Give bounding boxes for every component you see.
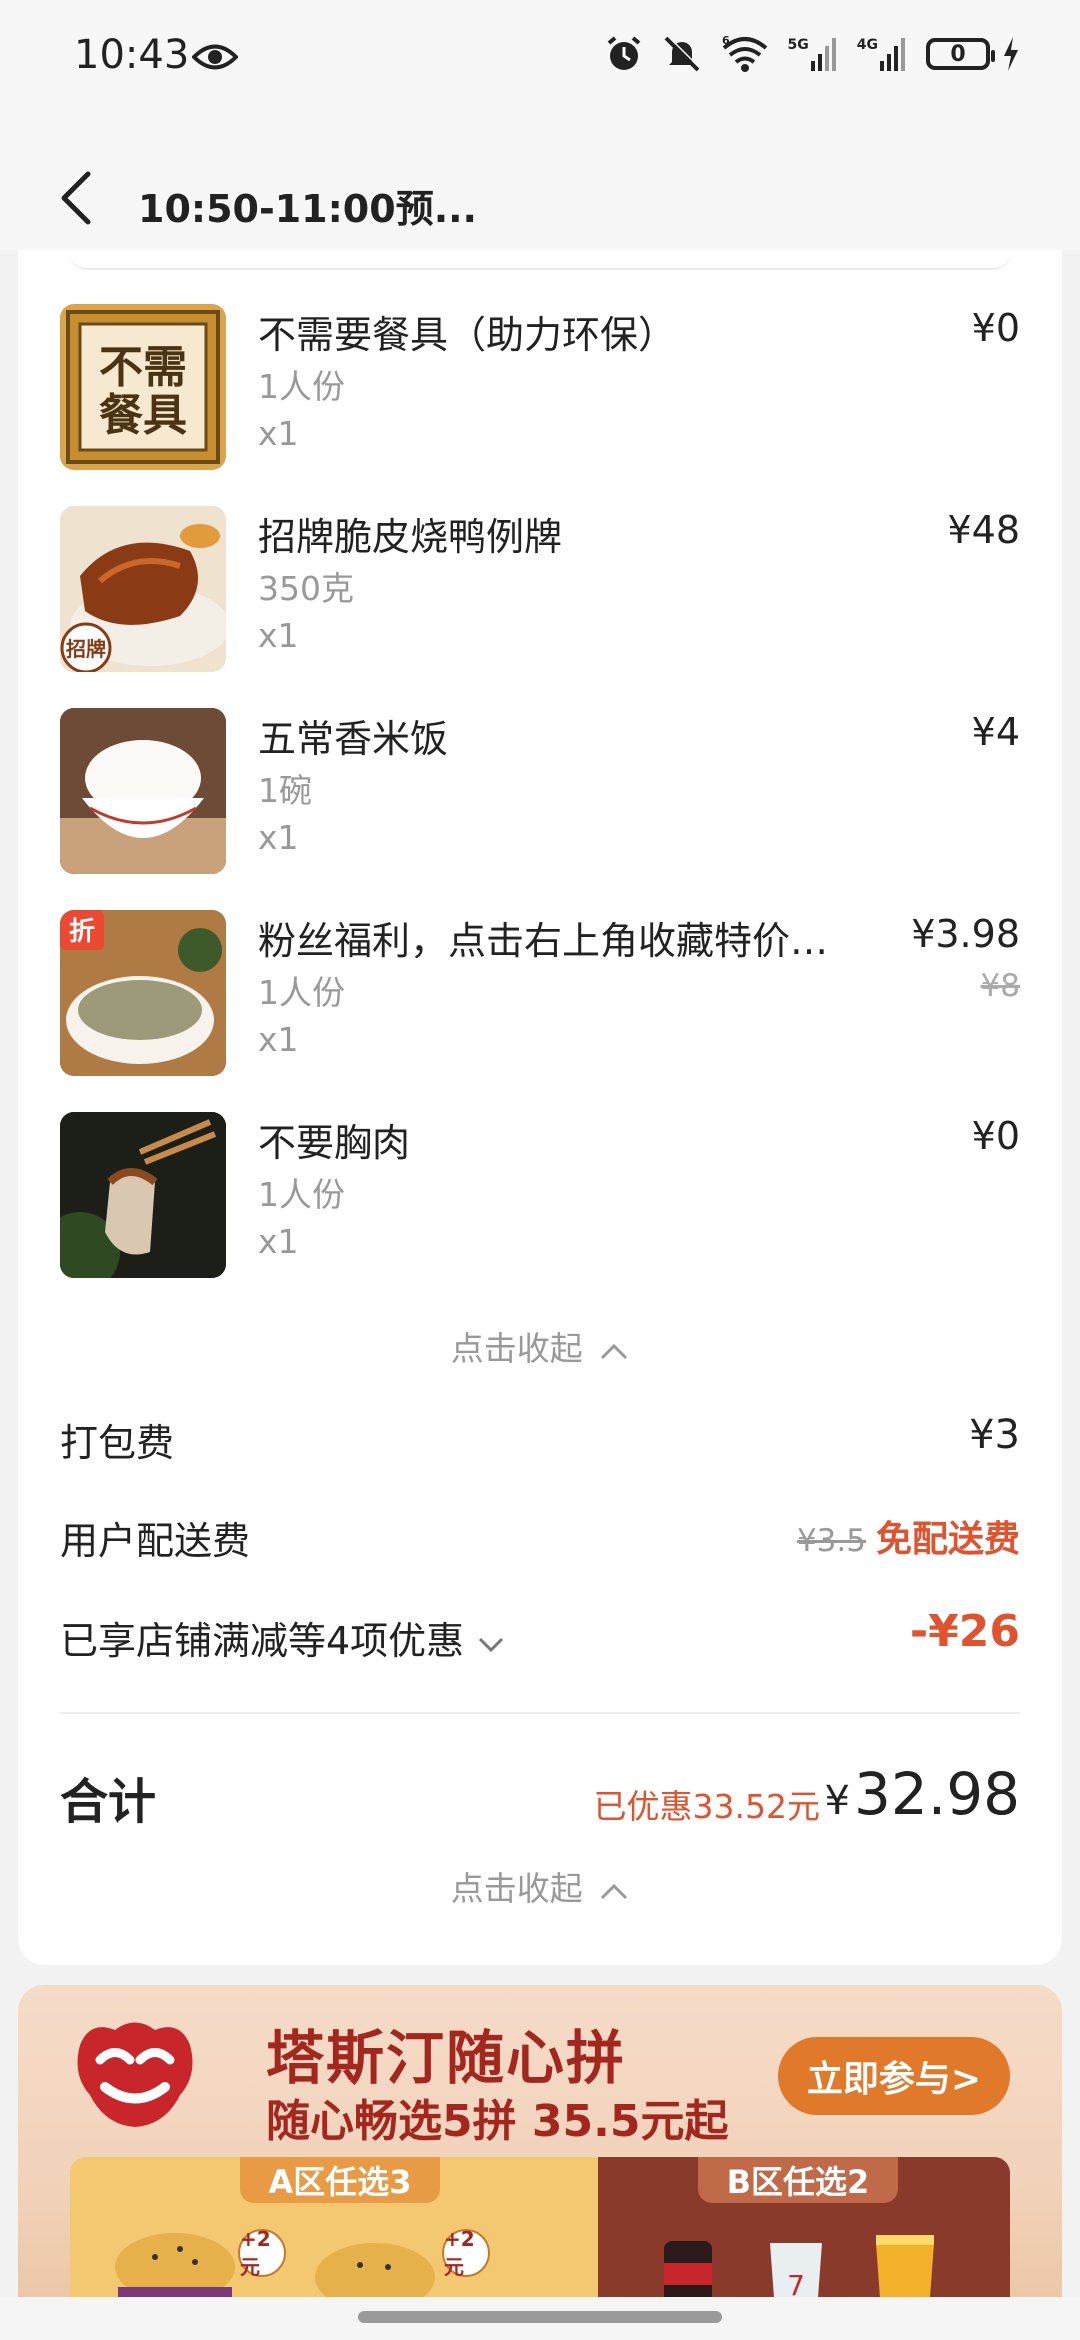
item-name: 粉丝福利，点击右上角收藏特价购...: [258, 919, 858, 963]
discount-label: 已享店铺满减等4项优惠: [60, 1610, 506, 1665]
home-indicator[interactable]: [358, 2311, 722, 2323]
back-arrow-icon[interactable]: [54, 170, 102, 226]
item-qty: x1: [258, 1020, 299, 1059]
chevron-down-icon: [479, 1637, 504, 1652]
order-item[interactable]: 招牌 招牌脆皮烧鸭例牌 350克 x1 ¥48: [60, 506, 1020, 676]
item-image-utensils: 不需 餐具: [60, 304, 226, 470]
burger-image: [115, 2233, 235, 2297]
banner-subtitle: 随心畅选5拼 35.5元起: [266, 2096, 729, 2147]
brand-logo: [70, 2015, 200, 2135]
total-saved-amount: 已优惠33.52元: [593, 1787, 820, 1826]
item-image-duck-meat: [60, 1112, 226, 1278]
zone-a-label: A区任选3: [240, 2157, 440, 2203]
nav-header: 10:50-11:00预...: [0, 120, 1080, 250]
cola-can-image: [664, 2241, 712, 2297]
item-spec: 1人份: [258, 1175, 345, 1214]
item-qty: x1: [258, 414, 299, 453]
utensils-line2: 餐具: [99, 390, 187, 441]
item-price: ¥4: [971, 710, 1020, 754]
item-qty: x1: [258, 818, 299, 857]
utensils-line1: 不需: [99, 342, 187, 393]
order-item[interactable]: 不需 餐具 不需要餐具（助力环保） 1人份 x1 ¥0: [60, 304, 1020, 474]
collapse-items-button[interactable]: 点击收起: [18, 1322, 1062, 1370]
packing-fee-label: 打包费: [60, 1421, 175, 1465]
free-delivery-label: 免配送费: [875, 1519, 1020, 1560]
zone-a-panel[interactable]: A区任选3 +2元 +2元: [70, 2157, 598, 2297]
battery-icon: 0: [926, 38, 995, 70]
collapse-summary-button[interactable]: 点击收起: [18, 1862, 1062, 1910]
system-nav-bar: [0, 2297, 1080, 2340]
item-image-mung-bean-soup: 折: [60, 910, 226, 1076]
card-top-edge: [68, 250, 1012, 270]
total-label: 合计: [60, 1774, 157, 1830]
order-item[interactable]: 五常香米饭 1碗 x1 ¥4: [60, 708, 1020, 878]
delivery-fee-original: ¥3.5: [796, 1523, 866, 1559]
item-name: 不要胸肉: [258, 1121, 411, 1165]
item-price: ¥48: [947, 508, 1020, 552]
item-price: ¥0: [971, 306, 1020, 350]
page-title: 10:50-11:00预...: [138, 187, 477, 231]
item-qty: x1: [258, 1222, 299, 1261]
plus-price-badge: +2元: [442, 2227, 490, 2279]
item-name: 五常香米饭: [258, 717, 449, 761]
item-price: ¥0: [971, 1114, 1020, 1158]
alarm-icon: [604, 34, 644, 74]
discount-badge: 折: [69, 917, 95, 947]
net-4g-label: 4G: [856, 37, 878, 53]
discount-value: -¥26: [909, 1606, 1020, 1657]
item-original-price: ¥8: [980, 968, 1020, 1004]
total-amount: ¥32.98: [824, 1760, 1021, 1828]
delivery-fee-row: 用户配送费 ¥3.5 免配送费: [60, 1510, 1020, 1570]
join-now-button[interactable]: 立即参与>: [778, 2037, 1010, 2115]
item-spec: 1碗: [258, 771, 312, 810]
signal-4g-icon: 4G: [857, 37, 908, 71]
discount-row[interactable]: 已享店铺满减等4项优惠 -¥26: [60, 1606, 1020, 1670]
chevron-up-icon: [601, 1343, 628, 1359]
delivery-fee-label: 用户配送费: [60, 1519, 251, 1563]
item-spec: 1人份: [258, 973, 345, 1012]
collapse-label: 点击收起: [450, 1329, 583, 1368]
order-item[interactable]: 折 粉丝福利，点击右上角收藏特价购... 1人份 x1 ¥3.98 ¥8: [60, 910, 1020, 1080]
charging-icon: [1002, 37, 1020, 71]
duck-badge: 招牌: [66, 637, 106, 661]
eye-icon: [191, 42, 239, 76]
juice-cup-image: [876, 2235, 934, 2297]
item-name: 招牌脆皮烧鸭例牌: [258, 515, 563, 559]
zone-b-panel[interactable]: B区任选2 7: [598, 2157, 1010, 2297]
drink-cup-image: 7: [770, 2243, 822, 2297]
order-item[interactable]: 不要胸肉 1人份 x1 ¥0: [60, 1112, 1020, 1282]
item-spec: 1人份: [258, 367, 345, 406]
collapse-label: 点击收起: [450, 1869, 583, 1908]
promo-banner[interactable]: 塔斯汀随心拼 随心畅选5拼 35.5元起 立即参与> A区任选3 +2元 +2元…: [18, 1985, 1062, 2297]
signal-5g-icon: 5G: [788, 37, 839, 71]
packing-fee-row: 打包费 ¥3: [60, 1412, 1020, 1472]
burger-image: [315, 2243, 435, 2297]
mute-bell-icon: [662, 34, 702, 74]
status-bar: 10:43 6 5G 4G 0: [0, 0, 1080, 120]
wifi-tag: 6: [722, 34, 730, 47]
order-card: 不需 餐具 不需要餐具（助力环保） 1人份 x1 ¥0 招牌 招牌脆皮烧鸭例牌 …: [18, 250, 1062, 1965]
status-icons: 6 5G 4G 0: [604, 34, 1020, 74]
item-price: ¥3.98: [911, 912, 1020, 956]
wifi-icon: 6: [720, 34, 770, 74]
item-name: 不需要餐具（助力环保）: [258, 313, 677, 357]
status-time: 10:43: [74, 32, 190, 78]
plus-price-badge: +2元: [238, 2227, 286, 2279]
packing-fee-value: ¥3: [969, 1412, 1020, 1458]
banner-title: 塔斯汀随心拼: [266, 2024, 627, 2092]
item-spec: 350克: [258, 569, 354, 608]
svg-text:7: 7: [787, 2269, 805, 2297]
divider: [60, 1712, 1020, 1714]
item-image-rice: [60, 708, 226, 874]
net-5g-label: 5G: [787, 37, 809, 53]
zone-b-label: B区任选2: [698, 2157, 898, 2203]
delivery-fee-value: ¥3.5 免配送费: [797, 1510, 1020, 1562]
item-qty: x1: [258, 616, 299, 655]
item-image-roast-duck: 招牌: [60, 506, 226, 672]
chevron-up-icon: [601, 1883, 628, 1899]
currency-symbol: ¥: [824, 1778, 850, 1824]
